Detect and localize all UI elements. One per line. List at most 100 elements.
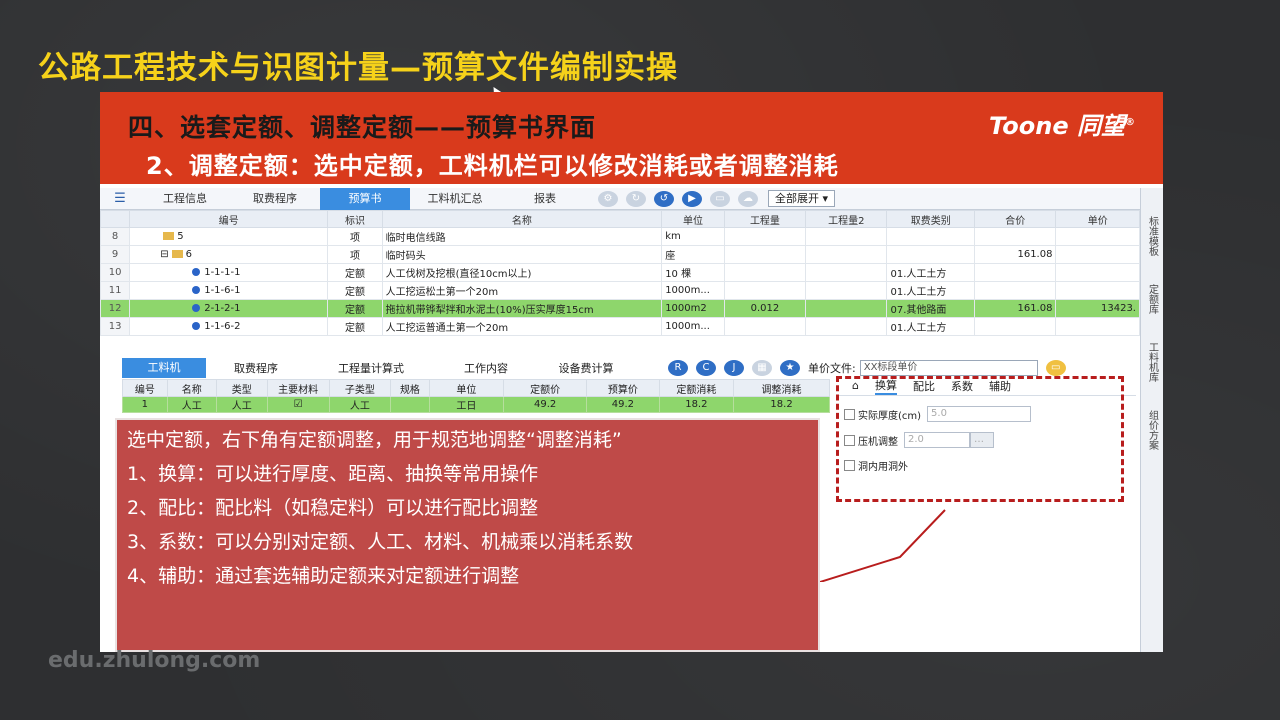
menu-icon[interactable]: ☰ — [100, 191, 140, 206]
run-icon[interactable]: R — [668, 360, 688, 376]
cell-quota-consumption: 18.2 — [658, 396, 735, 413]
unit-file-select[interactable]: XX标段单价 — [859, 360, 1038, 376]
row-unit: 1000m... — [661, 317, 725, 336]
callout-item-coefficient: 3、系数：可以分别对定额、人工、材料、机械乘以消耗系数 — [127, 531, 634, 553]
row-name: 人工伐树及挖根(直径10cm以上) — [381, 263, 663, 282]
cell-unit: 工日 — [428, 396, 505, 413]
col-fee-category: 取费类别 — [886, 210, 976, 228]
row-fee-category: 07.其他路面 — [886, 299, 976, 318]
table-row[interactable]: 8 5 项 临时电信线路 km — [100, 227, 1140, 246]
row-number: 12 — [100, 299, 131, 318]
table-row[interactable]: 11 1-1-6-1 定额 人工挖运松土第一个20m 1000m... 01.人… — [100, 281, 1140, 300]
row-unit: 1000m2 — [661, 299, 725, 318]
main-material-checkbox[interactable]: ☑ — [266, 396, 330, 413]
row-qty — [723, 317, 807, 336]
row-qty2 — [805, 245, 888, 264]
tab-equipment-fee[interactable]: 设备费计算 — [536, 360, 636, 376]
tab-report[interactable]: 报表 — [500, 188, 590, 210]
tab-work-content[interactable]: 工作内容 — [436, 360, 536, 376]
main-tab-bar: ☰ 工程信息 取费程序 预算书 工料机汇总 报表 ⚙ ↻ ↺ ▶ ▭ ☁ 全部展… — [100, 187, 1140, 210]
row-fee-category: 01.人工土方 — [886, 263, 976, 282]
folder-icon — [163, 232, 175, 240]
row-unit: km — [661, 227, 725, 246]
row-name: 临时电信线路 — [381, 227, 663, 246]
row-tag: 定额 — [327, 263, 383, 282]
tab-quantity-formula[interactable]: 工程量计算式 — [306, 360, 436, 376]
row-unit: 10 棵 — [661, 263, 725, 282]
col-name: 名称 — [381, 210, 663, 228]
collapse-icon[interactable]: ⊟ — [160, 249, 168, 260]
toolbar-gear-icon[interactable]: ⚙ — [598, 190, 618, 207]
side-tab-standard-template[interactable]: 标准模板 — [1145, 216, 1160, 256]
tab-fee-procedure[interactable]: 取费程序 — [230, 188, 320, 210]
row-qty2 — [805, 317, 888, 336]
col-quota-price: 定额价 — [503, 379, 588, 397]
cell-spec — [390, 396, 430, 413]
table-row-selected[interactable]: 12 2-1-2-1 定额 拖拉机带铧犁拌和水泥土(10%)压实厚度15cm 1… — [100, 299, 1140, 318]
table-row[interactable]: 9 ⊟ 6 项 临时码头 座 161.08 — [100, 245, 1140, 264]
logo-text: Toone — [989, 112, 1069, 140]
cell-quota-price: 49.2 — [503, 396, 588, 413]
folder-icon[interactable]: ▭ — [1045, 360, 1066, 376]
toolbar-refresh-icon[interactable]: ↻ — [626, 190, 646, 207]
row-unit-price — [1055, 317, 1140, 336]
cell-name: 人工 — [166, 396, 217, 413]
callout-item-ratio: 2、配比：配比料（如稳定料）可以进行配比调整 — [127, 497, 539, 519]
table-row[interactable]: 13 1-1-6-2 定额 人工挖运普通土第一个20m 1000m... 01.… — [100, 317, 1140, 336]
side-tab-quota-library[interactable]: 定额库 — [1145, 284, 1160, 314]
row-total — [974, 263, 1057, 282]
quota-dot-icon — [192, 268, 201, 276]
row-qty — [723, 281, 807, 300]
tab-lmm[interactable]: 工料机 — [122, 358, 206, 378]
callout-item-auxiliary: 4、辅助：通过套选辅助定额来对定额进行调整 — [127, 565, 520, 587]
tab-fee-procedure-bottom[interactable]: 取费程序 — [206, 360, 306, 376]
side-tab-lmm-library[interactable]: 工料机库 — [1145, 342, 1160, 382]
col-adjust-consumption: 调整消耗 — [733, 379, 830, 397]
row-tag: 项 — [327, 227, 383, 246]
tab-budget-book[interactable]: 预算书 — [320, 187, 410, 210]
row-tag: 定额 — [327, 317, 383, 336]
budget-grid: 编号 标识 名称 单位 工程量 工程量2 取费类别 合价 单价 8 5 项 临时… — [100, 210, 1140, 336]
row-number: 13 — [100, 317, 131, 336]
star-icon[interactable]: ★ — [780, 360, 800, 376]
callout-intro: 选中定额，右下角有定额调整，用于规范地调整“调整消耗” — [127, 429, 622, 451]
col-tag: 标识 — [327, 210, 383, 228]
quota-dot-icon — [192, 304, 201, 312]
tab-project-info[interactable]: 工程信息 — [140, 188, 230, 210]
expand-all-dropdown[interactable]: 全部展开 ▾ — [768, 190, 836, 207]
lmm-row[interactable]: 1 人工 人工 ☑ 人工 工日 49.2 49.2 18.2 18.2 — [122, 396, 830, 413]
toolbar-window-icon[interactable]: ▭ — [710, 190, 730, 207]
row-total — [974, 317, 1057, 336]
col-qty: 工程量 — [723, 210, 807, 228]
quota-dot-icon — [192, 322, 201, 330]
row-qty: 0.012 — [723, 299, 807, 318]
side-tab-pricing-scheme[interactable]: 组价方案 — [1145, 410, 1160, 450]
toolbar-calc-icon[interactable]: ↺ — [654, 190, 674, 207]
tab-lmm-summary[interactable]: 工料机汇总 — [410, 188, 500, 210]
row-code: 5 — [129, 227, 329, 246]
lmm-grid: 编号 名称 类型 主要材料 子类型 规格 单位 定额价 预算价 定额消耗 调整消… — [122, 379, 830, 413]
row-number: 10 — [100, 263, 131, 282]
row-name: 拖拉机带铧犁拌和水泥土(10%)压实厚度15cm — [381, 299, 663, 318]
col-unit: 单位 — [428, 379, 505, 397]
row-total: 161.08 — [974, 245, 1057, 264]
row-unit-price — [1055, 263, 1140, 282]
row-fee-category — [886, 245, 976, 264]
row-number: 11 — [100, 281, 131, 300]
toolbar-run-icon[interactable]: ▶ — [682, 190, 702, 207]
unit-file-label: 单价文件: — [808, 362, 856, 375]
row-code-text: 1-1-6-2 — [204, 321, 241, 332]
col-code: 编号 — [129, 210, 329, 228]
row-code: 2-1-2-1 — [129, 299, 329, 318]
side-panel: 标准模板 定额库 工料机库 组价方案 — [1140, 188, 1163, 652]
table-row[interactable]: 10 1-1-1-1 定额 人工伐树及挖根(直径10cm以上) 10 棵 01.… — [100, 263, 1140, 282]
quota-dot-icon — [192, 286, 201, 294]
jump-icon[interactable]: J — [724, 360, 744, 376]
grid-icon[interactable]: ▦ — [752, 360, 772, 376]
cell-adjust-consumption[interactable]: 18.2 — [733, 396, 830, 413]
row-tag: 定额 — [327, 281, 383, 300]
row-qty2 — [805, 299, 888, 318]
row-qty — [723, 227, 807, 246]
toolbar-cloud-icon[interactable]: ☁ — [738, 190, 758, 207]
refresh-icon[interactable]: C — [696, 360, 716, 376]
